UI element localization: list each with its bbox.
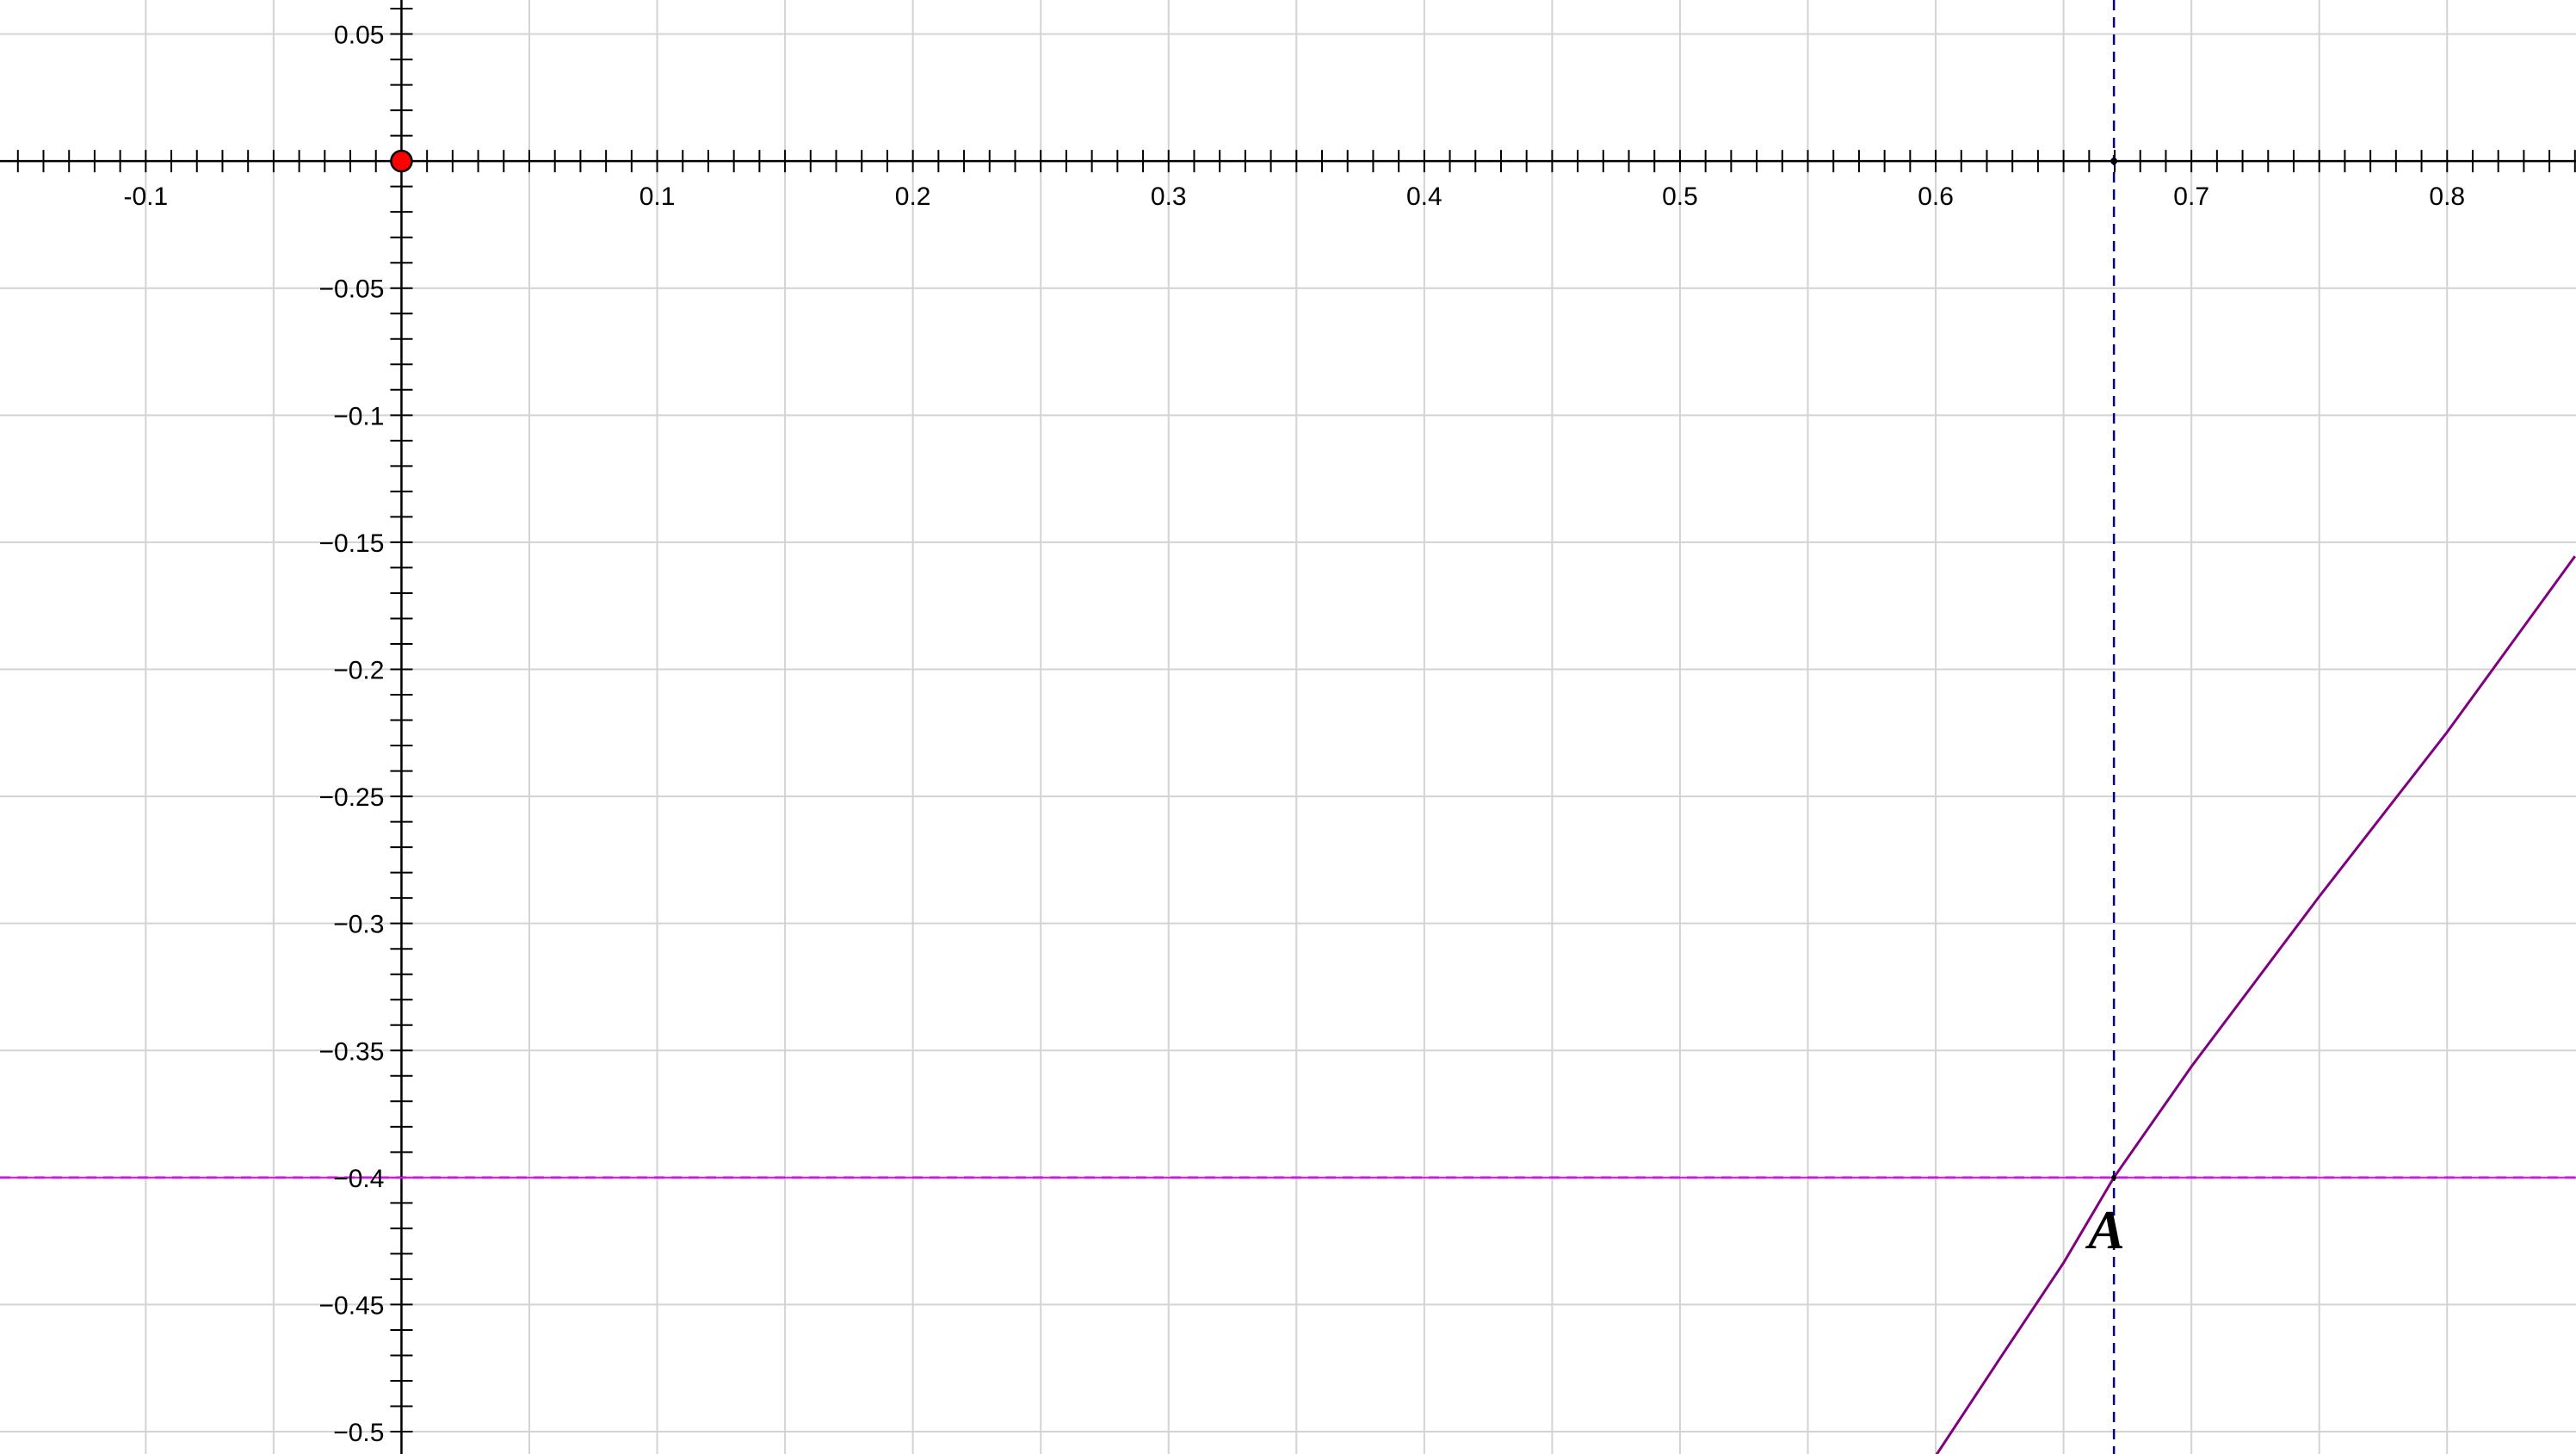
y-tick-label: 0.05 [334, 22, 384, 50]
x-tick-label: 0.1 [639, 183, 676, 211]
x-tick-label: 0.8 [2429, 183, 2465, 211]
y-tick-label: −0.4 [333, 1165, 384, 1193]
x-tick-label: 0.6 [1918, 183, 1954, 211]
y-tick-label: −0.45 [319, 1291, 385, 1320]
curve-layer [1935, 555, 2576, 1454]
origin-point [390, 149, 413, 173]
reference-lines-layer [0, 0, 2576, 1454]
x-tick-label: 0.4 [1406, 183, 1442, 211]
y-tick-label: −0.2 [333, 656, 384, 684]
axes-layer [0, 0, 2576, 1454]
x-tick-label: 0.2 [895, 183, 931, 211]
x-tick-label: 0.3 [1151, 183, 1187, 211]
y-tick-label: −0.35 [319, 1037, 385, 1066]
axis-intersection-point [2110, 158, 2118, 165]
y-tick-label: −0.3 [333, 911, 384, 939]
y-tick-label: −0.25 [319, 783, 385, 812]
y-tick-label: −0.05 [319, 275, 385, 304]
y-tick-label: −0.5 [333, 1419, 384, 1447]
point-a-label: A [2085, 1199, 2125, 1260]
grid-layer [0, 0, 2576, 1454]
point-a [2111, 1174, 2117, 1180]
points-layer: A [390, 149, 2125, 1260]
x-tick-label: 0.5 [1662, 183, 1698, 211]
y-tick-label: −0.1 [333, 402, 384, 430]
y-tick-label: −0.15 [319, 529, 385, 558]
function-curve [1935, 555, 2576, 1454]
x-tick-label: 0.7 [2173, 183, 2209, 211]
x-tick-label: -0.1 [123, 183, 168, 211]
coordinate-plane: A -0.1 0.1 0.2 0.3 0.4 0.5 0.6 0.7 0.8 0.05 −0.05 −… [0, 0, 2576, 1454]
